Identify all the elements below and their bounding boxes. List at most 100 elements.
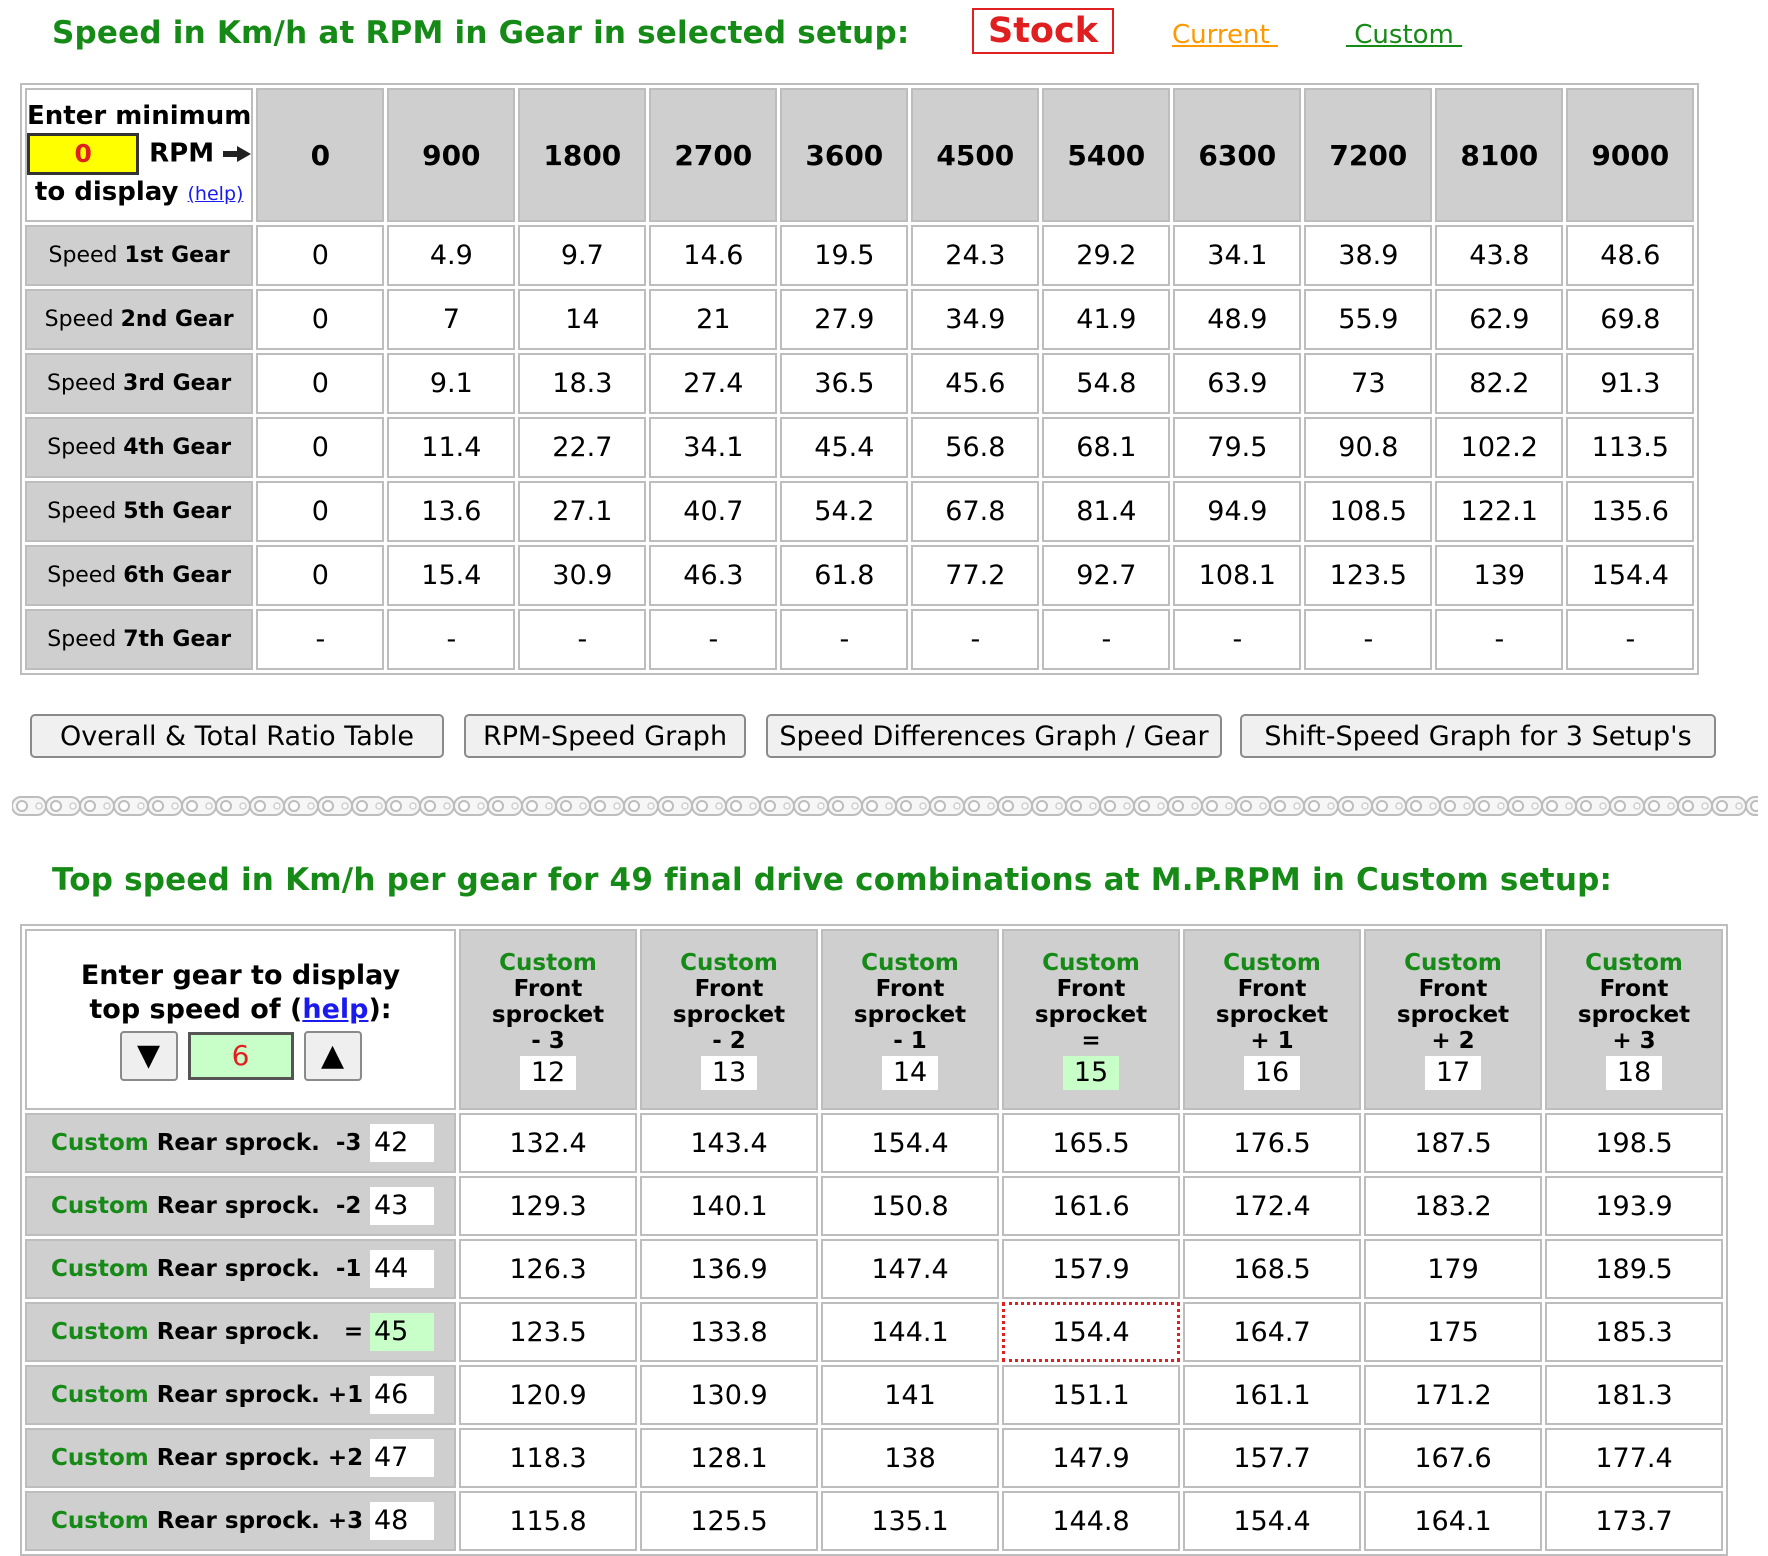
rear-sprocket-label: Rear sprock. +1	[156, 1382, 364, 1408]
front-sprocket-custom-label: Custom	[861, 949, 959, 976]
speed-cell: 0	[256, 353, 385, 414]
gear-row-label: Speed 7th Gear	[25, 609, 254, 670]
rpm-column-header: 9000	[1566, 88, 1695, 222]
top-speed-cell: 172.4	[1183, 1176, 1361, 1236]
top-speed-cell: 187.5	[1364, 1113, 1542, 1173]
speed-differences-graph-button[interactable]: Speed Differences Graph / Gear	[766, 714, 1222, 758]
gear-input[interactable]: 6	[187, 1031, 294, 1080]
speed-cell: 45.6	[911, 353, 1040, 414]
rpm-speed-graph-button[interactable]: RPM-Speed Graph	[464, 714, 746, 758]
top-speed-cell: 161.6	[1002, 1176, 1180, 1236]
gear-row-name: 3rd Gear	[123, 371, 232, 396]
setup-current-link[interactable]: Current	[1172, 20, 1278, 50]
shift-speed-graph-button[interactable]: Shift-Speed Graph for 3 Setup's	[1240, 714, 1716, 758]
gear-stepper: ▼ 6 ▲	[27, 1030, 454, 1081]
speed-table-title: Speed in Km/h at RPM in Gear in selected…	[52, 15, 910, 51]
top-speed-cell: 171.2	[1364, 1365, 1542, 1425]
top-speed-cell: 177.4	[1545, 1428, 1723, 1488]
speed-cell: 40.7	[649, 481, 778, 542]
speed-cell: 135.6	[1566, 481, 1695, 542]
top-speed-cell: 168.5	[1183, 1239, 1361, 1299]
front-sprocket-teeth: 18	[1606, 1055, 1662, 1090]
speed-cell: 0	[256, 289, 385, 350]
rear-sprocket-teeth: 44	[370, 1250, 434, 1288]
rpm-column-header: 3600	[780, 88, 909, 222]
gear-row-label: Speed 4th Gear	[25, 417, 254, 478]
speed-cell: 21	[649, 289, 778, 350]
top-speed-sprocket-table: Enter gear to display top speed of (help…	[20, 924, 1728, 1556]
speed-cell: 0	[256, 417, 385, 478]
top-speed-cell: 161.1	[1183, 1365, 1361, 1425]
gear-row-name: 5th Gear	[123, 499, 232, 524]
rpm-column-header: 7200	[1304, 88, 1433, 222]
rear-sprocket-row: Custom Rear sprock. -2 43 129.3 140.1 150.8 16…	[25, 1176, 1723, 1236]
gear-select-control: Enter gear to display top speed of (help…	[25, 929, 456, 1110]
rear-sprocket-label: Rear sprock. +2	[156, 1445, 364, 1471]
gear-row-prefix: Speed	[48, 243, 125, 268]
speed-cell: 24.3	[911, 225, 1040, 286]
top-speed-cell: 154.4	[1183, 1491, 1361, 1551]
front-sprocket-offset: - 1	[893, 1027, 927, 1054]
speed-cell: 94.9	[1173, 481, 1302, 542]
rear-sprocket-row: Custom Rear sprock. +2 47 118.3 128.1 138 147.…	[25, 1428, 1723, 1488]
rear-sprocket-custom-label: Custom	[51, 1319, 149, 1345]
top-speed-cell: 198.5	[1545, 1113, 1723, 1173]
front-sprocket-front-label: Front	[875, 975, 945, 1002]
front-sprocket-teeth: 15	[1063, 1055, 1119, 1090]
front-sprocket-sprocket-label: sprocket	[1034, 1001, 1148, 1028]
speed-cell: 108.1	[1173, 545, 1302, 606]
rpm-label: RPM	[149, 138, 215, 169]
overall-total-ratio-table-button[interactable]: Overall & Total Ratio Table	[30, 714, 444, 758]
gear-speed-row: Speed 5th Gear 0 13.6 27.1 40.7 54.2 67.8 81.4 9…	[25, 481, 1695, 542]
front-sprocket-offset: =	[1081, 1027, 1101, 1054]
speed-cell: 11.4	[387, 417, 516, 478]
rpm-column-header: 6300	[1173, 88, 1302, 222]
rpm-column-header: 1800	[518, 88, 647, 222]
speed-cell: 9.1	[387, 353, 516, 414]
top-speed-cell: 132.4	[459, 1113, 637, 1173]
rear-sprocket-row-label: Custom Rear sprock. -1 44	[25, 1239, 456, 1299]
speed-cell: 90.8	[1304, 417, 1433, 478]
top-speed-cell: 125.5	[640, 1491, 818, 1551]
gear-row-prefix: Speed	[47, 627, 124, 652]
setup-stock-selected[interactable]: Stock	[972, 8, 1114, 54]
speed-cell: 139	[1435, 545, 1564, 606]
gear-row-prefix: Speed	[44, 307, 121, 332]
rear-sprocket-teeth: 43	[370, 1187, 434, 1225]
rpm-column-header: 0	[256, 88, 385, 222]
front-sprocket-front-label: Front	[1599, 975, 1669, 1002]
front-sprocket-front-label: Front	[1237, 975, 1307, 1002]
speed-cell: 27.9	[780, 289, 909, 350]
speed-cell: 82.2	[1435, 353, 1564, 414]
gear-help-link[interactable]: help	[302, 994, 368, 1025]
rear-sprocket-row: Custom Rear sprock. -1 44 126.3 136.9 147.4 15…	[25, 1239, 1723, 1299]
gear-select-label-line1: Enter gear to display	[80, 959, 401, 991]
rear-sprocket-label: Rear sprock. =	[156, 1319, 364, 1345]
top-speed-cell: 128.1	[640, 1428, 818, 1488]
rpm-column-header: 5400	[1042, 88, 1171, 222]
speed-cell: 27.4	[649, 353, 778, 414]
front-sprocket-custom-label: Custom	[680, 949, 778, 976]
front-sprocket-sprocket-label: sprocket	[672, 1001, 786, 1028]
rear-sprocket-custom-label: Custom	[51, 1193, 149, 1219]
front-sprocket-front-label: Front	[1056, 975, 1126, 1002]
top-speed-cell: 136.9	[640, 1239, 818, 1299]
rpm-header-row: Enter minimum 0 RPM to display (help) 0 90…	[25, 88, 1695, 222]
speed-cell: 15.4	[387, 545, 516, 606]
gear-row-prefix: Speed	[47, 371, 124, 396]
min-rpm-input[interactable]: 0	[27, 133, 140, 175]
speed-cell: 14	[518, 289, 647, 350]
rear-sprocket-row: Custom Rear sprock. -3 42 132.4 143.4 154.4 16…	[25, 1113, 1723, 1173]
gear-down-button[interactable]: ▼	[119, 1030, 178, 1081]
gear-speed-row: Speed 6th Gear 0 15.4 30.9 46.3 61.8 77.2 92.7 1…	[25, 545, 1695, 606]
speed-cell: 81.4	[1042, 481, 1171, 542]
front-sprocket-offset: + 3	[1612, 1027, 1656, 1054]
speed-cell: 48.6	[1566, 225, 1695, 286]
gear-up-button[interactable]: ▲	[303, 1030, 362, 1081]
top-speed-cell: 126.3	[459, 1239, 637, 1299]
setup-custom-link[interactable]: Custom	[1346, 20, 1462, 50]
min-rpm-help-link[interactable]: (help)	[188, 183, 244, 205]
speed-cell: -	[256, 609, 385, 670]
speed-cell: 79.5	[1173, 417, 1302, 478]
speed-cell: 38.9	[1304, 225, 1433, 286]
